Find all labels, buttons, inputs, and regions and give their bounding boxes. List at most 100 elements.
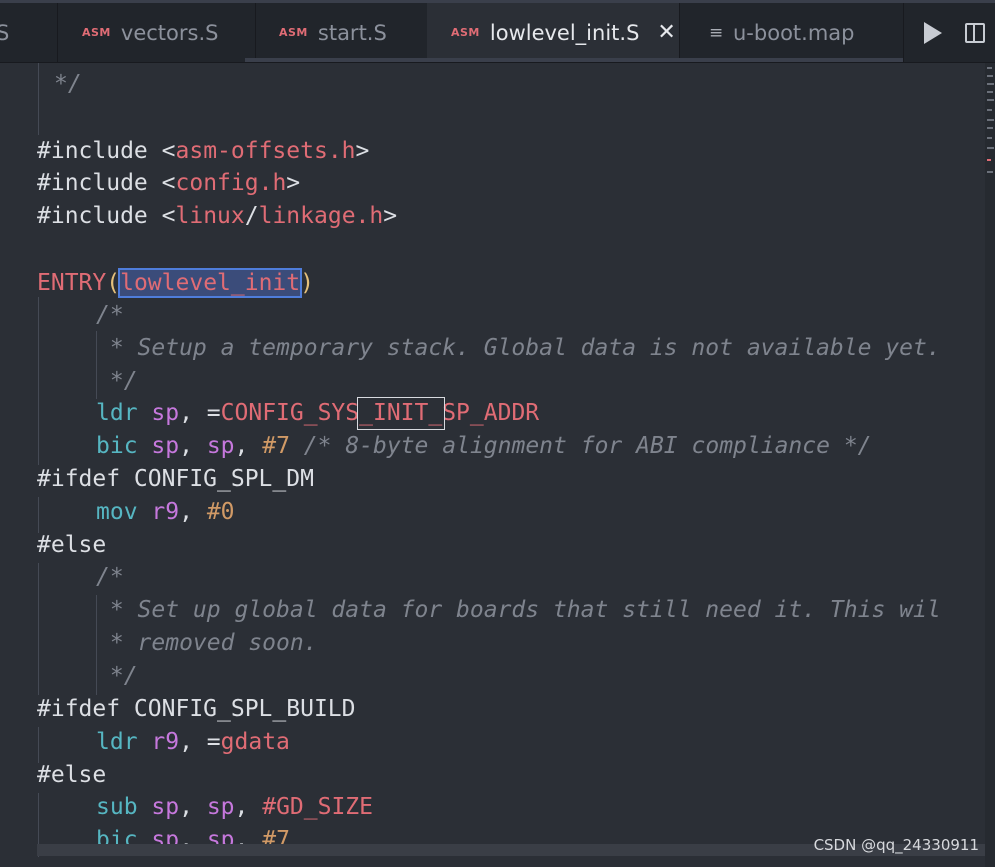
- code-line: mov r9, #0: [96, 499, 235, 525]
- code-line: * removed soon.: [96, 630, 318, 656]
- minimap[interactable]: [985, 63, 995, 867]
- register: sp: [151, 433, 180, 459]
- include-path: asm-offsets: [175, 138, 328, 164]
- mnemonic: bic: [96, 433, 138, 459]
- immediate: #7: [262, 433, 290, 459]
- asm-file-icon: ASM: [82, 26, 111, 39]
- minimap-line: [987, 119, 994, 121]
- minimap-line: [987, 137, 992, 139]
- include-ext: .h: [258, 170, 287, 196]
- code-line: #include <linux/linkage.h>: [37, 200, 397, 232]
- tab-lowlevel-init[interactable]: ASM lowlevel_init.S ✕: [427, 3, 680, 62]
- angle-bracket: <: [161, 138, 176, 164]
- preprocessor-keyword: #include: [37, 170, 148, 196]
- close-icon[interactable]: ✕: [657, 20, 675, 45]
- tab-s[interactable]: S: [0, 3, 58, 62]
- minimap-line: [987, 127, 993, 129]
- minimap-line: [987, 171, 993, 173]
- entry-macro: ENTRY: [37, 270, 107, 296]
- register: sp: [151, 794, 180, 820]
- mnemonic: ldr: [96, 729, 138, 755]
- code-line: /*: [96, 302, 124, 328]
- asm-file-icon: ASM: [279, 26, 308, 39]
- code-line: bic sp, sp, #7 /* 8-byte alignment for A…: [96, 433, 872, 459]
- tab-label: vectors.S: [120, 20, 219, 45]
- split-icon: [965, 22, 985, 43]
- text-file-icon: ≡: [709, 22, 724, 43]
- register: r9: [151, 729, 180, 755]
- operator: , =: [179, 729, 221, 755]
- code-line: * Set up global data for boards that sti…: [96, 597, 941, 623]
- tab-label: u-boot.map: [733, 20, 855, 45]
- code-line: #else: [37, 532, 107, 558]
- split-editor-button[interactable]: [965, 3, 995, 62]
- find-match-highlight: [357, 397, 445, 430]
- code-line: /*: [96, 564, 124, 590]
- code-line: */: [54, 71, 82, 97]
- angle-bracket: >: [286, 170, 301, 196]
- minimap-line: [987, 109, 992, 111]
- code-editor[interactable]: */ #include <asm-offsets.h> #include <co…: [0, 63, 985, 867]
- minimap-line: [987, 83, 994, 85]
- indent-guide: [38, 63, 39, 135]
- angle-bracket: <: [161, 203, 176, 229]
- code-line: #ifdef CONFIG_SPL_BUILD: [37, 696, 356, 722]
- code-line: ENTRY(lowlevel_init): [37, 267, 314, 299]
- angle-bracket: <: [161, 170, 176, 196]
- symbol: gdata: [220, 729, 290, 755]
- tab-start[interactable]: ASM start.S: [255, 3, 428, 62]
- play-icon: [924, 21, 942, 44]
- minimap-line: [987, 99, 994, 101]
- code-line: #ifdef CONFIG_SPL_DM: [37, 466, 314, 492]
- indent-guide: [38, 563, 39, 695]
- minimap-line: [987, 147, 994, 149]
- immediate: #0: [206, 499, 235, 525]
- minimap-line: [987, 91, 993, 93]
- include-path: linkage: [258, 203, 356, 229]
- tab-label: S: [0, 20, 10, 45]
- tab-label: lowlevel_init.S: [489, 20, 640, 45]
- register: sp: [206, 794, 235, 820]
- mnemonic: mov: [96, 499, 138, 525]
- inline-comment: /* 8-byte alignment for ABI compliance *…: [303, 433, 872, 459]
- run-button[interactable]: [903, 3, 963, 62]
- register: sp: [151, 400, 180, 426]
- code-line: ldr sp, =CONFIG_SYS_INIT_SP_ADDR: [96, 397, 539, 429]
- code-line: * Setup a temporary stack. Global data i…: [96, 335, 941, 361]
- path-separator: /: [244, 203, 259, 229]
- code-line: ldr r9, =gdata: [96, 726, 290, 758]
- indent-guide: [38, 727, 39, 763]
- preprocessor-keyword: #include: [37, 203, 148, 229]
- selected-symbol[interactable]: lowlevel_init: [118, 268, 303, 298]
- indent-guide: [38, 497, 39, 533]
- preprocessor-keyword: #include: [37, 138, 148, 164]
- code-line: sub sp, sp, #GD_SIZE: [96, 794, 373, 820]
- indent-guide: [38, 297, 39, 465]
- angle-bracket: >: [355, 138, 370, 164]
- operator: , =: [179, 400, 221, 426]
- watermark: CSDN @qq_24330911: [813, 836, 979, 854]
- minimap-line: [987, 159, 991, 161]
- tab-vectors[interactable]: ASM vectors.S: [57, 3, 256, 62]
- tab-scroll-indicator[interactable]: [245, 58, 903, 62]
- code-line: #include <asm-offsets.h>: [37, 135, 369, 167]
- tab-u-boot-map[interactable]: ≡ u-boot.map: [679, 3, 904, 62]
- tab-label: start.S: [317, 20, 387, 45]
- code-line: #include <config.h>: [37, 167, 300, 199]
- register: r9: [151, 499, 180, 525]
- include-path: config: [175, 170, 259, 196]
- paren: ): [300, 270, 314, 296]
- paren: (: [106, 270, 121, 296]
- immediate: #GD_SIZE: [262, 794, 373, 820]
- angle-bracket: >: [383, 203, 398, 229]
- include-ext: .h: [327, 138, 356, 164]
- code-line: */: [96, 663, 138, 689]
- asm-file-icon: ASM: [451, 26, 480, 39]
- register: sp: [206, 433, 235, 459]
- minimap-line: [987, 67, 992, 69]
- minimap-line: [987, 75, 993, 77]
- tab-bar: S ASM vectors.S ASM start.S ASM lowlevel…: [0, 0, 995, 63]
- include-path: linux: [175, 203, 245, 229]
- mnemonic: sub: [96, 794, 138, 820]
- code-line: #else: [37, 762, 107, 788]
